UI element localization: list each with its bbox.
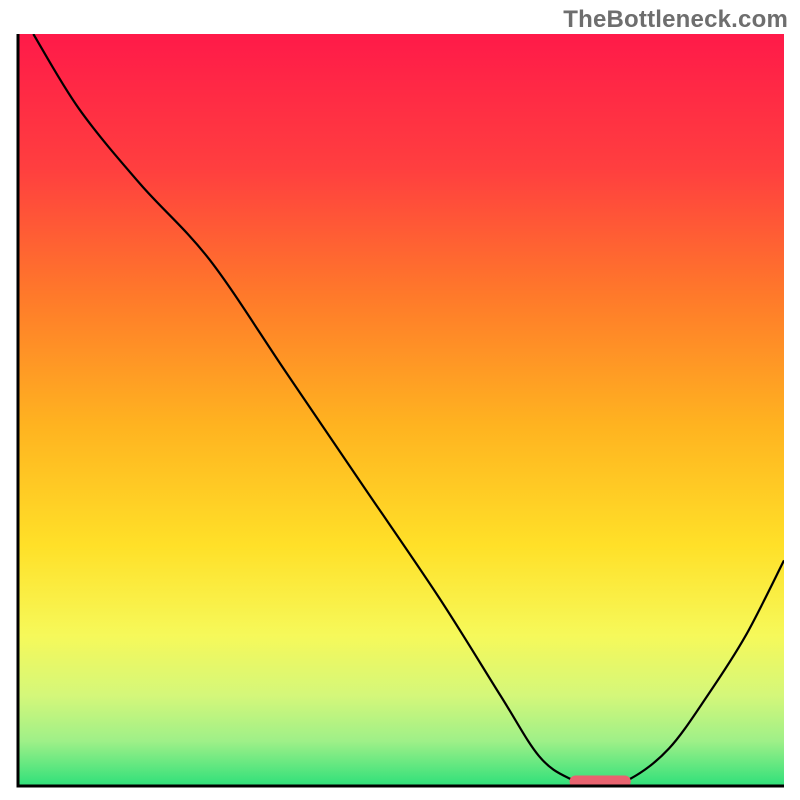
gradient-background bbox=[18, 34, 784, 786]
bottleneck-plot bbox=[0, 0, 800, 800]
watermark: TheBottleneck.com bbox=[563, 6, 788, 34]
chart-frame: TheBottleneck.com bbox=[0, 0, 800, 800]
